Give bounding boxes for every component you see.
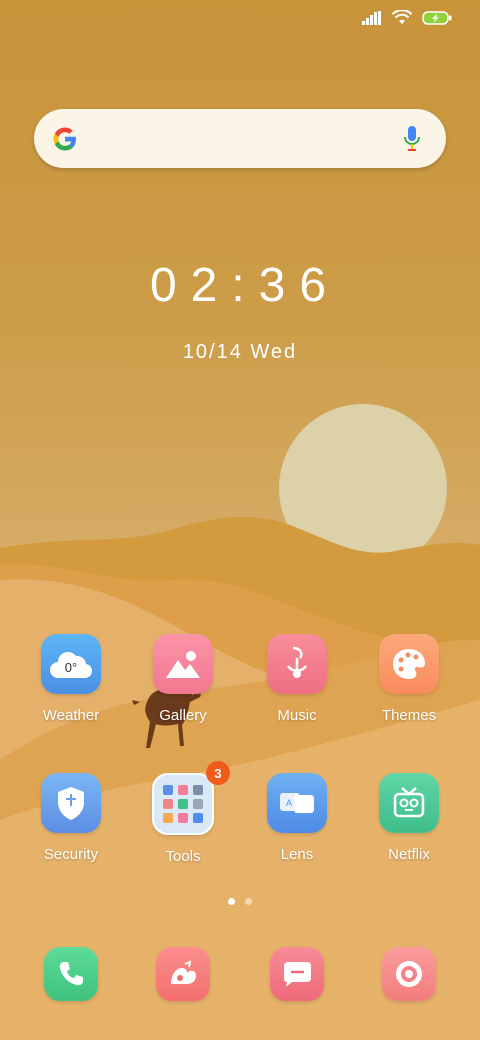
- battery-charging-icon: [422, 11, 452, 25]
- app-label: Weather: [42, 707, 100, 724]
- app-music[interactable]: Music: [242, 634, 352, 724]
- phone-icon: [44, 947, 98, 1001]
- messages-icon: [270, 947, 324, 1001]
- palette-icon: [379, 634, 439, 694]
- app-label: Music: [277, 707, 317, 724]
- page-indicator[interactable]: [0, 898, 480, 905]
- music-icon: [267, 634, 327, 694]
- wifi-icon: [392, 10, 412, 24]
- notification-badge: 3: [206, 761, 230, 785]
- weather-temp: 0°: [64, 660, 78, 675]
- shield-icon: [41, 773, 101, 833]
- page-dot-2[interactable]: [245, 898, 252, 905]
- app-lens[interactable]: A Lens: [242, 773, 352, 863]
- lens-icon: A: [267, 773, 327, 833]
- app-label: Tools: [165, 848, 201, 865]
- dock-phone[interactable]: [16, 947, 126, 1001]
- dock-camera[interactable]: [354, 947, 464, 1001]
- clock-time[interactable]: 02:36: [0, 258, 480, 313]
- app-weather[interactable]: 0° Weather: [16, 634, 126, 724]
- app-label: Lens: [280, 846, 314, 863]
- google-logo: [53, 127, 76, 150]
- weather-cloud-icon: 0°: [41, 634, 101, 694]
- microphone-icon[interactable]: [402, 125, 422, 153]
- app-label: Netflix: [388, 846, 430, 863]
- app-tools-folder[interactable]: 3 Tools: [128, 761, 238, 865]
- status-bar: [362, 10, 452, 26]
- folder-icon: 3: [152, 761, 230, 835]
- clock-date[interactable]: 10/14 Wed: [0, 341, 480, 364]
- camera-icon: [382, 947, 436, 1001]
- app-label: Security: [43, 846, 99, 863]
- browser-icon: [156, 947, 210, 1001]
- google-search-bar[interactable]: [34, 109, 446, 168]
- app-label: Themes: [381, 707, 437, 724]
- app-themes[interactable]: Themes: [354, 634, 464, 724]
- app-security[interactable]: Security: [16, 773, 126, 863]
- netflix-icon: [379, 773, 439, 833]
- app-gallery[interactable]: Gallery: [128, 634, 238, 724]
- dock-messages[interactable]: [242, 947, 352, 1001]
- gallery-icon: [153, 634, 213, 694]
- signal-icon: [362, 11, 381, 25]
- app-netflix[interactable]: Netflix: [354, 773, 464, 863]
- dock-browser[interactable]: [128, 947, 238, 1001]
- page-dot-1[interactable]: [228, 898, 235, 905]
- app-label: Gallery: [159, 707, 207, 724]
- svg-text:A: A: [286, 798, 292, 808]
